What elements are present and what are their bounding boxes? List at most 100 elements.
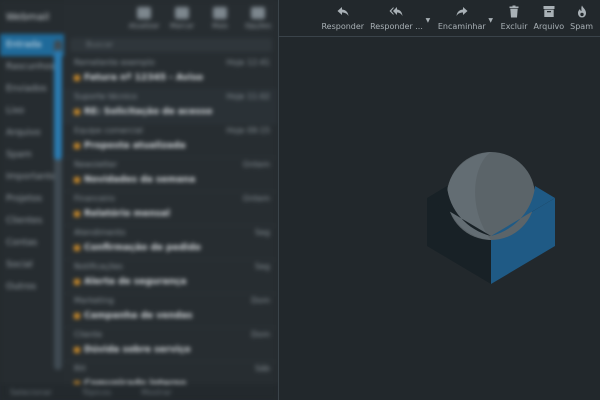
message-subject: Fatura nº 12345 - Aviso: [84, 73, 204, 83]
mark-icon: [175, 7, 189, 19]
message-sender: Suporte técnico: [74, 92, 138, 101]
message-sender: Marketing: [74, 296, 114, 305]
folder-label: Contas: [6, 238, 38, 248]
blurred-left-region: Webmail Entrada Rascunhos Enviados Lixo …: [0, 0, 278, 400]
star-icon[interactable]: [74, 279, 80, 285]
chevron-down-icon: ▼: [488, 17, 493, 24]
forward-button[interactable]: Encaminhar: [438, 5, 486, 32]
star-icon[interactable]: [74, 177, 80, 183]
list-toolbar-label: Mais: [212, 22, 228, 30]
list-toolbar-button[interactable]: Atualizar: [129, 7, 159, 30]
message-sender: RH: [74, 364, 86, 373]
star-icon[interactable]: [74, 245, 80, 251]
list-item[interactable]: Newsletter Ontem Novidades da semana: [64, 158, 278, 192]
reply-all-label: Responder ...: [370, 22, 423, 31]
message-subject: Proposta atualizada: [84, 141, 186, 151]
spam-label: Spam: [570, 22, 593, 31]
delete-button[interactable]: Excluir: [501, 5, 528, 32]
folder-label: Projetos: [6, 194, 43, 204]
message-list-pane: Atualizar Marcar Mais Opções Buscar Reme…: [64, 0, 278, 400]
list-item[interactable]: Equipe comercial Hoje 09:15 Proposta atual…: [64, 124, 278, 158]
toolbar-divider: [279, 36, 600, 37]
folder-label: Social: [6, 260, 33, 270]
message-toolbar: Responder Responder ... ▼ Encaminhar ▼ E…: [318, 0, 600, 36]
list-item[interactable]: Atendimento Seg Confirmação de pedido: [64, 226, 278, 260]
list-toolbar-label: Marcar: [169, 22, 195, 30]
roundcube-logo: [427, 152, 555, 284]
list-item[interactable]: Cliente Dom Dúvida sobre serviço: [64, 328, 278, 362]
message-sender: Cliente: [74, 330, 103, 339]
folder-header-label: Webmail: [6, 11, 50, 23]
star-icon[interactable]: [74, 75, 80, 81]
folder-scrollbar[interactable]: [54, 40, 62, 370]
folder-label: Arquivo: [6, 128, 41, 138]
message-date: Seg: [254, 228, 270, 237]
search-input[interactable]: Buscar: [70, 38, 272, 52]
star-icon[interactable]: [74, 211, 80, 217]
star-icon[interactable]: [74, 109, 80, 115]
message-date: Sáb: [254, 364, 270, 373]
message-date: Ontem: [242, 160, 270, 169]
message-date: Hoje 09:15: [226, 126, 270, 135]
message-sender: Remetente exemplo: [74, 58, 155, 67]
fire-icon: [577, 5, 586, 18]
list-toolbar: Atualizar Marcar Mais Opções: [64, 0, 278, 34]
reply-icon: [337, 7, 349, 16]
message-date: Hoje 11:02: [226, 92, 270, 101]
folder-label: Entrada: [6, 40, 42, 50]
archive-button[interactable]: Arquivo: [533, 5, 565, 32]
reply-button[interactable]: Responder: [321, 5, 364, 32]
message-date: Dom: [251, 330, 270, 339]
star-icon[interactable]: [74, 143, 80, 149]
folder-label: Enviados: [6, 84, 47, 94]
forward-dropdown[interactable]: ▼: [487, 5, 495, 24]
forward-icon: [456, 7, 468, 16]
folder-pane: Webmail Entrada Rascunhos Enviados Lixo …: [0, 0, 64, 400]
folder-label: Importante: [6, 172, 57, 182]
folder-label: Lixo: [6, 106, 25, 116]
message-subject: RE: Solicitação de acesso: [84, 107, 213, 117]
list-item[interactable]: Notificações Seg Alerta de segurança: [64, 260, 278, 294]
options-icon: [251, 7, 265, 19]
list-footer-item[interactable]: Selecionar: [10, 388, 52, 397]
message-subject: Dúvida sobre serviço: [84, 345, 191, 355]
list-item[interactable]: Suporte técnico Hoje 11:02 RE: Solicitação…: [64, 90, 278, 124]
list-toolbar-button[interactable]: Opções: [244, 7, 272, 30]
message-subject: Relatório mensal: [84, 209, 170, 219]
message-date: Hoje 12:41: [226, 58, 270, 67]
message-subject: Alerta de segurança: [84, 277, 187, 287]
trash-icon: [509, 5, 519, 18]
list-item[interactable]: Marketing Dom Campanha de vendas: [64, 294, 278, 328]
forward-label: Encaminhar: [437, 22, 486, 31]
list-toolbar-button[interactable]: Marcar: [168, 7, 196, 30]
star-icon[interactable]: [74, 313, 80, 319]
message-date: Seg: [254, 262, 270, 271]
list-footer-item[interactable]: Tópicos: [82, 388, 111, 397]
message-sender: Equipe comercial: [74, 126, 143, 135]
folder-label: Spam: [6, 150, 32, 160]
list-item[interactable]: Remetente exemplo Hoje 12:41 Fatura nº 123…: [64, 56, 278, 90]
reply-all-icon: [389, 7, 403, 16]
archive-label: Arquivo: [533, 22, 565, 31]
message-date: Dom: [251, 296, 270, 305]
message-subject: Confirmação de pedido: [84, 243, 201, 253]
list-item[interactable]: Financeiro Ontem Relatório mensal: [64, 192, 278, 226]
list-footer-item[interactable]: Mostrar: [141, 388, 172, 397]
message-sender: Atendimento: [74, 228, 126, 237]
folder-label: Outros: [6, 282, 37, 292]
message-subject: Campanha de vendas: [84, 311, 193, 321]
reply-label: Responder: [321, 22, 365, 31]
spam-button[interactable]: Spam: [570, 5, 593, 32]
message-sender: Notificações: [74, 262, 123, 271]
folder-scroll-thumb[interactable]: [54, 50, 62, 160]
reply-all-dropdown[interactable]: ▼: [424, 5, 432, 24]
star-icon[interactable]: [74, 347, 80, 353]
list-toolbar-button[interactable]: Mais: [206, 7, 234, 30]
chevron-down-icon: ▼: [425, 17, 431, 24]
delete-label: Excluir: [500, 22, 528, 31]
message-date: Ontem: [242, 194, 270, 203]
folder-label: Rascunhos: [6, 62, 55, 72]
more-icon: [213, 7, 227, 19]
reply-all-button[interactable]: Responder ...: [370, 5, 423, 32]
message-sender: Financeiro: [74, 194, 115, 203]
